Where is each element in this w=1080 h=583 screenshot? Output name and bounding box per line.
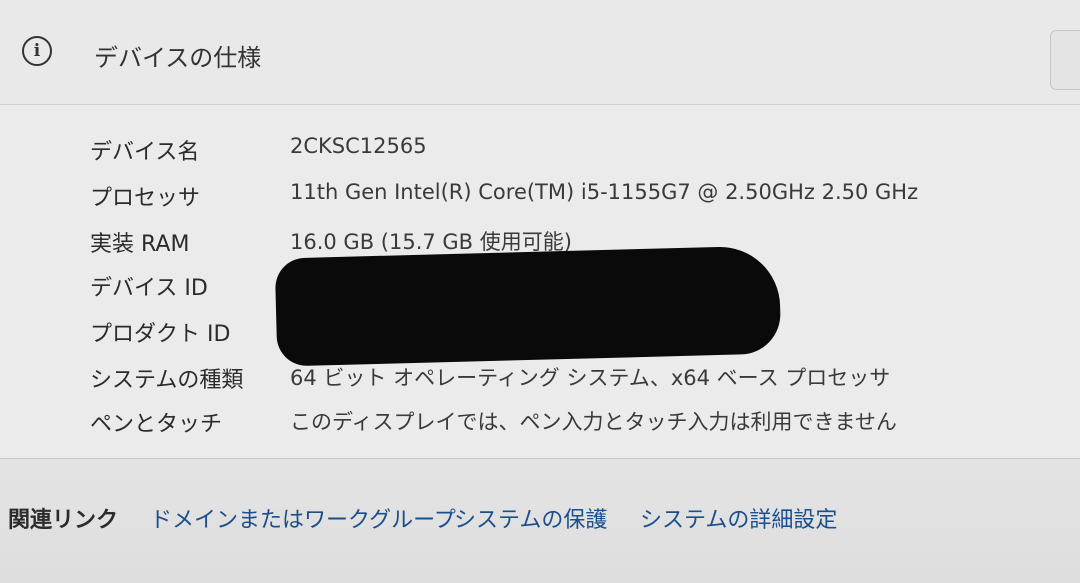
- spec-row-device-name: デバイス名 2CKSC12565: [0, 134, 1080, 168]
- related-links-title: 関連リンク: [8, 508, 119, 533]
- related-links: 関連リンク ドメインまたはワークグループ システムの保護 システムの詳細設定: [0, 480, 1080, 550]
- device-specs-card: i デバイスの仕様 デバイス名 2CKSC12565 プロセッサ 11th Ge…: [0, 0, 1080, 459]
- link-domain-workgroup[interactable]: ドメインまたはワークグループ: [150, 502, 456, 534]
- device-specs-header[interactable]: i デバイスの仕様: [0, 0, 1080, 105]
- redaction-mark: [274, 245, 782, 367]
- spec-value: 2CKSC12565: [290, 134, 427, 158]
- spec-row-pen-touch: ペンとタッチ このディスプレイでは、ペン入力とタッチ入力は利用できません: [0, 406, 1080, 440]
- spec-value: このディスプレイでは、ペン入力とタッチ入力は利用できません: [290, 410, 897, 434]
- collapse-button[interactable]: [1050, 30, 1080, 90]
- spec-row-processor: プロセッサ 11th Gen Intel(R) Core(TM) i5-1155…: [0, 180, 1080, 214]
- spec-label: デバイス名: [90, 140, 200, 165]
- spec-label: プロセッサ: [90, 186, 201, 211]
- spec-label: 実装 RAM: [90, 232, 190, 257]
- spec-value: 11th Gen Intel(R) Core(TM) i5-1155G7 @ 2…: [290, 180, 919, 204]
- spec-label: デバイス ID: [90, 276, 208, 301]
- section-title: デバイスの仕様: [94, 44, 262, 72]
- spec-row-system-type: システムの種類 64 ビット オペレーティング システム、x64 ベース プロセ…: [0, 362, 1080, 396]
- spec-label: ペンとタッチ: [90, 412, 223, 437]
- link-system-protection[interactable]: システムの保護: [454, 502, 607, 534]
- info-icon: i: [22, 36, 52, 66]
- spec-label: プロダクト ID: [90, 322, 231, 347]
- link-advanced-system-settings[interactable]: システムの詳細設定: [640, 502, 837, 534]
- spec-label: システムの種類: [90, 368, 244, 393]
- spec-value: 64 ビット オペレーティング システム、x64 ベース プロセッサ: [290, 366, 891, 390]
